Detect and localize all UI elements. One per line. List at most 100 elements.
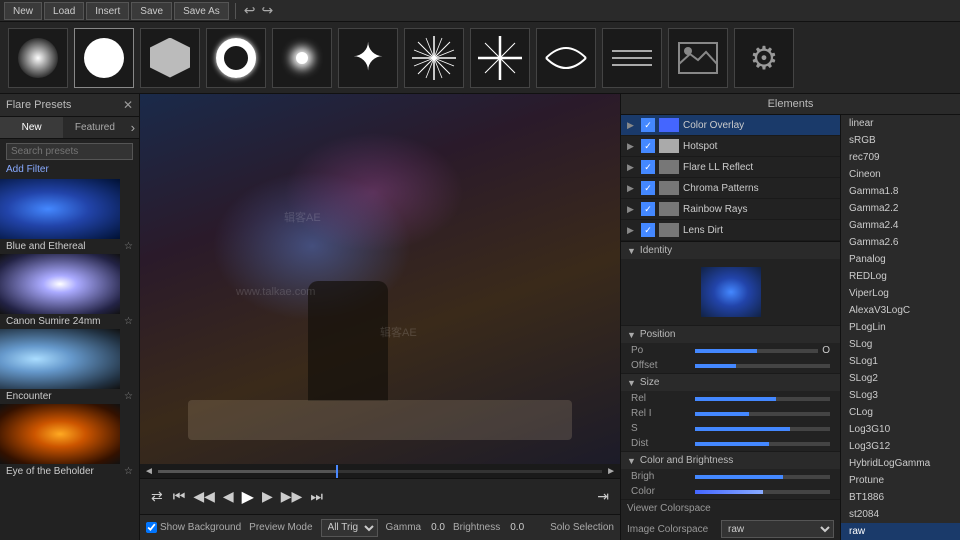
cs-item-linear[interactable]: linear (841, 115, 960, 132)
step-back-button[interactable]: ◀◀ (190, 486, 218, 507)
cs-item-protune[interactable]: Protune (841, 472, 960, 489)
timeline-right-arrow[interactable]: ► (606, 466, 616, 477)
export-button[interactable]: ⇥ (594, 486, 612, 507)
cs-item-panalog[interactable]: Panalog (841, 251, 960, 268)
cs-item-cineon[interactable]: Cineon (841, 166, 960, 183)
check-chroma[interactable]: ✓ (641, 181, 655, 195)
new-button[interactable]: New (4, 2, 42, 20)
brush-preset-ring[interactable] (206, 28, 266, 88)
search-presets-input[interactable] (6, 143, 133, 160)
brush-preset-hexagon[interactable] (140, 28, 200, 88)
back-button[interactable]: ◀ (220, 486, 237, 507)
cs-item-slog3[interactable]: SLog3 (841, 387, 960, 404)
prop-slider-dist[interactable] (695, 442, 830, 446)
element-row-flare-ll-reflect[interactable]: ▶ ✓ Flare LL Reflect (621, 157, 840, 178)
prop-row-offset: Offset (621, 358, 840, 373)
cs-item-clog[interactable]: CLog (841, 404, 960, 421)
show-background-checkbox[interactable] (146, 522, 157, 533)
save-as-button[interactable]: Save As (174, 2, 229, 20)
cs-item-raw[interactable]: raw (841, 523, 960, 540)
element-row-hotspot[interactable]: ▶ ✓ Hotspot (621, 136, 840, 157)
tab-featured[interactable]: Featured (63, 117, 126, 138)
cs-item-redlog[interactable]: REDLog (841, 268, 960, 285)
element-row-lens-dirt[interactable]: ▶ ✓ Lens Dirt (621, 220, 840, 241)
brush-preset-cross-star[interactable] (470, 28, 530, 88)
check-color-overlay[interactable]: ✓ (641, 118, 655, 132)
prop-slider-color[interactable] (695, 490, 830, 494)
brush-preset-starburst[interactable] (404, 28, 464, 88)
redo-button[interactable]: ↪ (260, 2, 276, 19)
star-icon-eye-beholder[interactable]: ☆ (124, 466, 133, 477)
star-icon-canon-sumire[interactable]: ☆ (124, 316, 133, 327)
brush-preset-image[interactable] (668, 28, 728, 88)
cs-item-alexav3logc[interactable]: AlexaV3LogC (841, 302, 960, 319)
check-flare-ll[interactable]: ✓ (641, 160, 655, 174)
brush-preset-lines[interactable] (602, 28, 662, 88)
star-icon-encounter[interactable]: ☆ (124, 391, 133, 402)
add-filter-button[interactable]: Add Filter (6, 164, 133, 175)
skip-to-end-button[interactable]: ⏭ (307, 486, 326, 507)
image-colorspace-select[interactable]: raw (721, 520, 834, 538)
cs-item-slog2[interactable]: SLog2 (841, 370, 960, 387)
prop-slider-rel-i[interactable] (695, 412, 830, 416)
preview-mode-select[interactable]: All Trig (321, 519, 378, 537)
cs-item-srgb[interactable]: sRGB (841, 132, 960, 149)
prop-slider-rel[interactable] (695, 397, 830, 401)
insert-button[interactable]: Insert (86, 2, 129, 20)
brush-preset-settings[interactable]: ⚙ (734, 28, 794, 88)
forward-button[interactable]: ▶ (259, 486, 276, 507)
brush-preset-soft-circle[interactable] (8, 28, 68, 88)
prop-section-size-header[interactable]: ▼ Size (621, 374, 840, 391)
cs-item-gamma26[interactable]: Gamma2.6 (841, 234, 960, 251)
list-item[interactable]: Canon Sumire 24mm ☆ (0, 254, 139, 329)
prop-slider-s[interactable] (695, 427, 830, 431)
tab-next-button[interactable]: › (127, 117, 139, 138)
step-forward-button[interactable]: ▶▶ (278, 486, 306, 507)
star-icon-blue-ethereal[interactable]: ☆ (124, 241, 133, 252)
close-panel-button[interactable]: ✕ (123, 98, 133, 112)
load-button[interactable]: Load (44, 2, 84, 20)
list-item[interactable]: Encounter ☆ (0, 329, 139, 404)
element-row-rainbow-rays[interactable]: ▶ ✓ Rainbow Rays (621, 199, 840, 220)
prop-slider-bright[interactable] (695, 475, 830, 479)
cs-item-st2084[interactable]: st2084 (841, 506, 960, 523)
check-lens-dirt[interactable]: ✓ (641, 223, 655, 237)
cs-item-log3g10[interactable]: Log3G10 (841, 421, 960, 438)
loop-button[interactable]: ⇄ (148, 486, 166, 507)
cs-item-gamma24[interactable]: Gamma2.4 (841, 217, 960, 234)
list-item[interactable]: Blue and Ethereal ☆ (0, 179, 139, 254)
cs-item-gamma22[interactable]: Gamma2.2 (841, 200, 960, 217)
element-row-chroma-patterns[interactable]: ▶ ✓ Chroma Patterns (621, 178, 840, 199)
skip-to-start-button[interactable]: ⏮ (170, 486, 189, 507)
tab-new[interactable]: New (0, 117, 63, 138)
brush-preset-dot[interactable] (272, 28, 332, 88)
timeline-left-arrow[interactable]: ◄ (144, 466, 154, 477)
prop-slider-po[interactable] (695, 349, 818, 353)
brush-preset-circle[interactable] (74, 28, 134, 88)
prop-section-color-bright-header[interactable]: ▼ Color and Brightness (621, 452, 840, 469)
prop-slider-offset[interactable] (695, 364, 830, 368)
play-button[interactable]: ▶ (239, 485, 257, 509)
element-row-color-overlay[interactable]: ▶ ✓ Color Overlay (621, 115, 840, 136)
cs-item-hybridloggamma[interactable]: HybridLogGamma (841, 455, 960, 472)
brush-preset-arc[interactable] (536, 28, 596, 88)
prop-section-identity-header[interactable]: ▼ Identity (621, 242, 840, 259)
cs-item-gamma18[interactable]: Gamma1.8 (841, 183, 960, 200)
cs-item-rec709[interactable]: rec709 (841, 149, 960, 166)
timeline-bar-track[interactable] (158, 470, 602, 473)
prop-section-position-header[interactable]: ▼ Position (621, 326, 840, 343)
check-rainbow[interactable]: ✓ (641, 202, 655, 216)
properties-panel: ▼ Identity ▼ Position (621, 242, 840, 540)
prop-slider-color-fill (695, 490, 763, 494)
brush-preset-star8[interactable]: ✦ (338, 28, 398, 88)
save-button[interactable]: Save (131, 2, 172, 20)
cs-item-bt1886[interactable]: BT1886 (841, 489, 960, 506)
check-hotspot[interactable]: ✓ (641, 139, 655, 153)
list-item[interactable]: Eye of the Beholder ☆ (0, 404, 139, 479)
cs-item-slog1[interactable]: SLog1 (841, 353, 960, 370)
cs-item-slog[interactable]: SLog (841, 336, 960, 353)
cs-item-log3g12[interactable]: Log3G12 (841, 438, 960, 455)
undo-button[interactable]: ↩ (242, 2, 258, 19)
cs-item-viperlog[interactable]: ViperLog (841, 285, 960, 302)
cs-item-ploglin[interactable]: PLogLin (841, 319, 960, 336)
